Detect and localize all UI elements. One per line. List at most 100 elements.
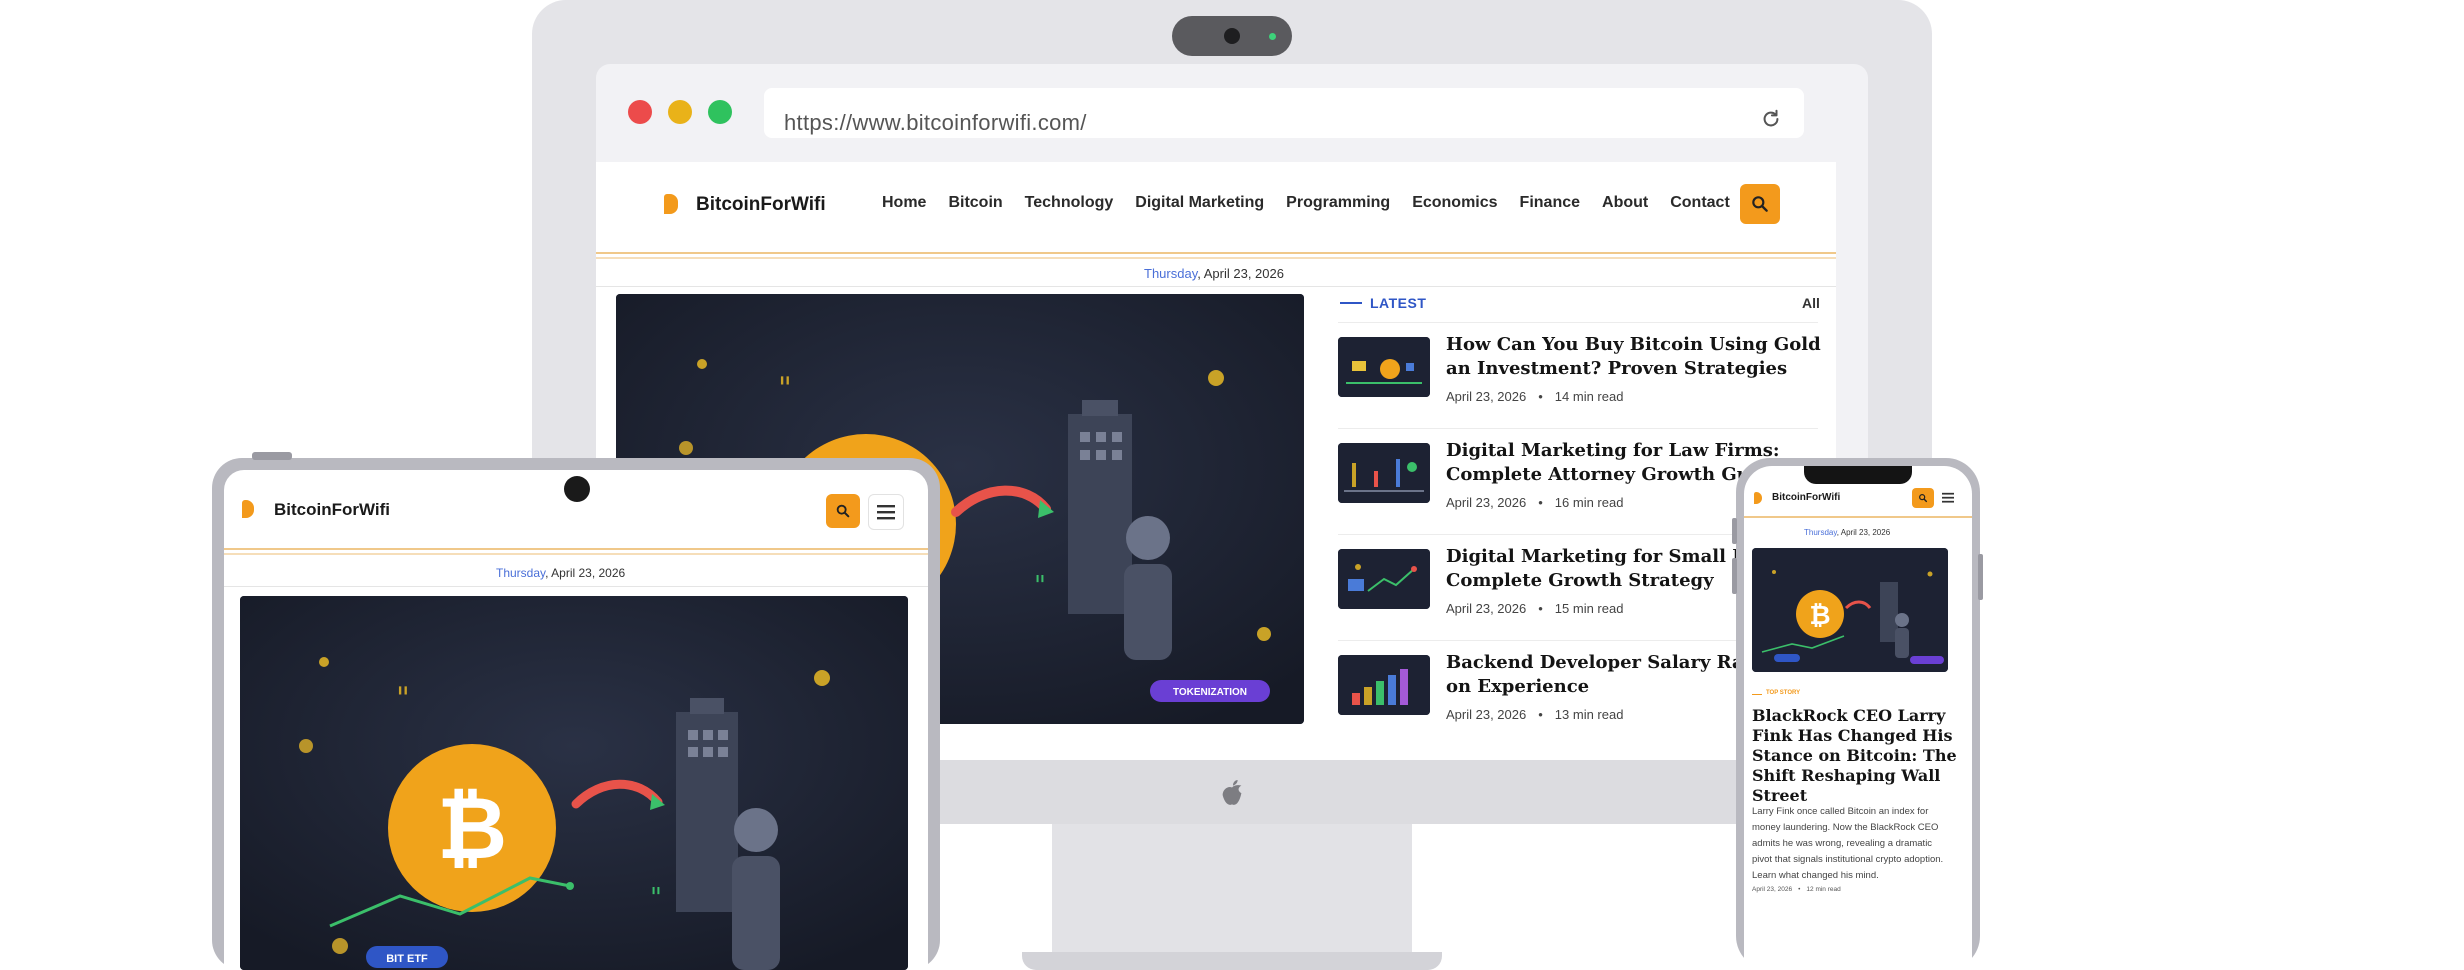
date-rest: , April 23, 2026: [1197, 266, 1284, 281]
article-title-line-2: an Investment? Proven Strategies: [1446, 358, 1788, 379]
brand-logo-icon[interactable]: [664, 194, 678, 214]
nav-bitcoin[interactable]: Bitcoin: [948, 194, 1002, 212]
article-thumbnail[interactable]: [1338, 337, 1430, 397]
article-meta: April 23, 2026 • 15 min read: [1446, 601, 1623, 616]
hero-badge: TOKENIZATION: [1173, 687, 1247, 698]
reload-icon[interactable]: [1760, 108, 1782, 130]
brand-name[interactable]: BitcoinForWifi: [274, 500, 390, 520]
meta-separator: •: [1538, 601, 1543, 616]
section-label: TOP STORY: [1766, 690, 1801, 696]
hero-badge: BIT ETF: [386, 953, 428, 965]
nav-technology[interactable]: Technology: [1025, 194, 1114, 212]
search-button[interactable]: [1912, 488, 1934, 508]
phone-volume-button: [1732, 558, 1737, 594]
article-meta: April 23, 2026 • 13 min read: [1446, 707, 1623, 722]
article-title[interactable]: How Can You Buy Bitcoin Using Gold as an …: [1446, 333, 1826, 381]
date-day: Thursday: [496, 566, 546, 580]
maximize-window-dot[interactable]: [708, 100, 732, 124]
article-meta: April 23, 2026 • 12 min read: [1752, 886, 1841, 893]
article-read-time: 13 min read: [1554, 707, 1624, 722]
article-meta: April 23, 2026 • 14 min read: [1446, 389, 1623, 404]
thumbnail-illustration: [1338, 337, 1430, 397]
tablet-device-frame: BitcoinForWifi Thursday, April 23, 2026 …: [212, 452, 940, 970]
svg-text:": ": [778, 371, 792, 406]
url-text: https://www.bitcoinforwifi.com/: [784, 110, 1087, 135]
monitor-base: [1022, 952, 1442, 970]
thumbnail-illustration: [1338, 443, 1430, 503]
current-date: Thursday, April 23, 2026: [1144, 266, 1284, 281]
minimize-window-dot[interactable]: [668, 100, 692, 124]
header-divider: [224, 548, 928, 550]
article-read-time: 12 min read: [1806, 886, 1841, 893]
phone-notch: [1804, 466, 1912, 484]
article-excerpt: Larry Fink once called Bitcoin an index …: [1752, 806, 1944, 881]
meta-separator: •: [1538, 707, 1543, 722]
current-date: Thursday, April 23, 2026: [1804, 528, 1890, 537]
latest-heading: LATEST: [1370, 295, 1427, 311]
brand-name[interactable]: BitcoinForWifi: [696, 194, 826, 216]
brand-name[interactable]: BitcoinForWifi: [1772, 492, 1840, 503]
nav-about[interactable]: About: [1602, 194, 1648, 212]
article-thumbnail[interactable]: [1338, 549, 1430, 609]
header-divider-secondary: [224, 553, 928, 555]
bitcoin-icon: ₿: [437, 779, 507, 879]
article-read-time: 15 min read: [1554, 601, 1624, 616]
thumbnail-illustration: [1338, 655, 1430, 715]
meta-separator: •: [1538, 389, 1543, 404]
meta-separator: •: [1798, 886, 1801, 893]
apple-logo-icon: [1222, 780, 1242, 805]
search-button[interactable]: [826, 494, 860, 528]
header-divider: [1744, 516, 1972, 518]
webcam-lens: [1224, 28, 1240, 44]
date-divider: [596, 286, 1836, 287]
brand-logo-icon[interactable]: [242, 500, 254, 518]
search-button[interactable]: [1740, 184, 1780, 224]
website-phone: BitcoinForWifi Thursday, April 23, 2026 …: [1744, 466, 1972, 970]
nav-economics[interactable]: Economics: [1412, 194, 1497, 212]
search-icon: [836, 504, 850, 518]
hero-illustration: " " ₿ BIT ETF: [240, 596, 908, 970]
date-day: Thursday: [1144, 266, 1198, 281]
main-navigation: Home Bitcoin Technology Digital Marketin…: [882, 194, 1752, 212]
nav-digital-marketing[interactable]: Digital Marketing: [1135, 194, 1264, 212]
nav-programming[interactable]: Programming: [1286, 194, 1390, 212]
article-row[interactable]: How Can You Buy Bitcoin Using Gold as an …: [1338, 322, 1826, 429]
article-date: April 23, 2026: [1446, 601, 1527, 616]
phone-mute-switch: [1732, 518, 1737, 544]
tablet-front-camera: [564, 476, 590, 502]
hero-featured-image[interactable]: ₿: [1752, 548, 1948, 672]
nav-contact[interactable]: Contact: [1670, 194, 1730, 212]
headline[interactable]: BlackRock CEO Larry Fink Has Changed His…: [1752, 706, 1958, 806]
article-read-time: 16 min read: [1554, 495, 1624, 510]
date-day: Thursday: [1804, 528, 1837, 537]
brand-logo-icon[interactable]: [1754, 492, 1762, 504]
search-icon: [1919, 494, 1928, 503]
svg-text:": ": [396, 681, 410, 716]
webcam: [1172, 16, 1292, 56]
tablet-power-button: [252, 452, 292, 460]
view-all-link[interactable]: All: [1802, 295, 1820, 311]
thumbnail-illustration: [1338, 549, 1430, 609]
hamburger-menu-icon[interactable]: [1942, 492, 1954, 503]
article-date: April 23, 2026: [1446, 495, 1527, 510]
article-meta: April 23, 2026 • 16 min read: [1446, 495, 1623, 510]
article-thumbnail[interactable]: [1338, 443, 1430, 503]
article-thumbnail[interactable]: [1338, 655, 1430, 715]
hamburger-menu-icon: [877, 505, 895, 520]
date-rest: , April 23, 2026: [1836, 528, 1891, 537]
article-title-line-1: How Can You Buy Bitcoin Using Gold as: [1446, 334, 1826, 355]
close-window-dot[interactable]: [628, 100, 652, 124]
svg-text:": ": [1034, 571, 1046, 601]
article-read-time: 14 min read: [1554, 389, 1624, 404]
current-date: Thursday, April 23, 2026: [496, 566, 625, 580]
bitcoin-icon: ₿: [1809, 601, 1830, 631]
hamburger-menu-button[interactable]: [868, 494, 904, 530]
address-bar[interactable]: https://www.bitcoinforwifi.com/: [764, 88, 1804, 138]
section-accent-line: [1752, 694, 1762, 695]
header-divider: [596, 252, 1836, 254]
article-date: April 23, 2026: [1752, 886, 1793, 893]
nav-home[interactable]: Home: [882, 194, 926, 212]
date-rest: , April 23, 2026: [545, 566, 626, 580]
nav-finance[interactable]: Finance: [1520, 194, 1580, 212]
hero-featured-image[interactable]: " " ₿ BIT ETF: [240, 596, 908, 970]
